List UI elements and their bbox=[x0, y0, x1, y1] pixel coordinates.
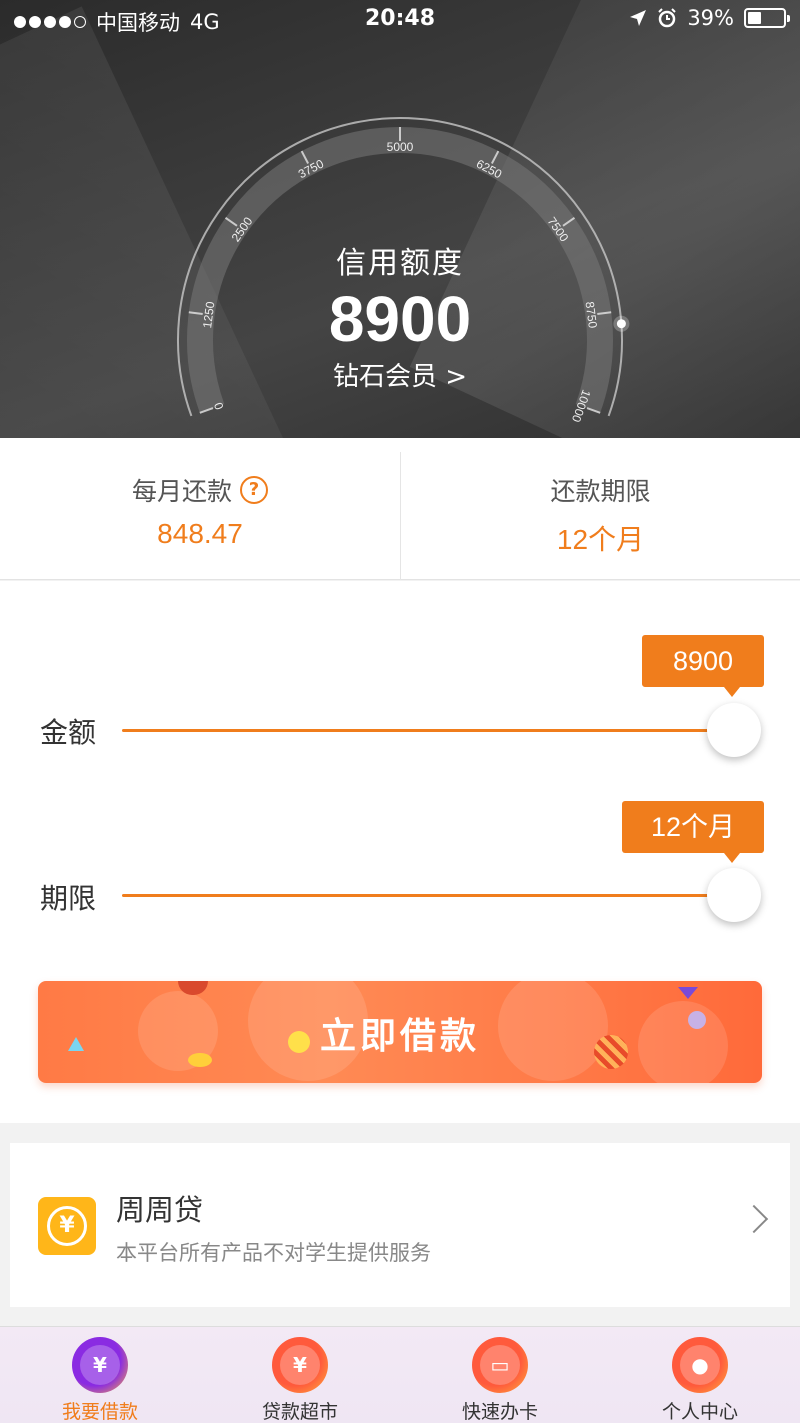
repayment-term-block: 还款期限 12个月 bbox=[400, 452, 800, 580]
tab-loan-market-label: 贷款超市 bbox=[261, 1401, 338, 1423]
tab-loan-market[interactable]: ¥ 贷款超市 bbox=[200, 1327, 400, 1423]
amount-label: 金额 bbox=[40, 716, 97, 749]
product-card[interactable]: ¥ 周周贷 本平台所有产品不对学生提供服务 bbox=[10, 1143, 790, 1307]
term-slider-handle[interactable] bbox=[707, 868, 761, 922]
member-level-link[interactable]: 钻石会员 > bbox=[0, 356, 800, 393]
product-name: 周周贷 bbox=[116, 1193, 204, 1227]
tab-borrow[interactable]: ¥ 我要借款 bbox=[0, 1327, 200, 1423]
tab-profile-glyph: ● bbox=[680, 1345, 720, 1385]
chevron-right-icon bbox=[739, 1204, 769, 1234]
repayment-term-label: 还款期限 bbox=[550, 477, 651, 506]
monthly-repayment-label: 每月还款 bbox=[131, 477, 232, 506]
amount-slider-handle[interactable] bbox=[707, 703, 761, 757]
monthly-repayment-value: 848.47 bbox=[157, 518, 243, 549]
battery-level-fill bbox=[748, 12, 762, 24]
term-tooltip: 12个月 bbox=[622, 801, 764, 863]
credit-card-icon: ▭ bbox=[472, 1337, 528, 1393]
term-slider-track[interactable] bbox=[122, 894, 734, 897]
term-slider-row: 期限 12个月 bbox=[0, 797, 800, 922]
tab-apply-card[interactable]: ▭ 快速办卡 bbox=[400, 1327, 600, 1423]
tab-borrow-label: 我要借款 bbox=[61, 1401, 138, 1423]
term-label: 期限 bbox=[40, 882, 97, 915]
credit-limit-title: 信用额度 bbox=[336, 246, 464, 281]
yen-coin-icon: ¥ bbox=[38, 1197, 96, 1255]
amount-slider-row: 金额 8900 bbox=[0, 631, 800, 757]
product-logo-glyph: ¥ bbox=[47, 1206, 87, 1246]
borrow-now-button[interactable]: 立即借款 bbox=[38, 981, 762, 1083]
credit-limit-value: 8900 bbox=[328, 283, 472, 355]
status-bar: 中国移动 4G 20:48 39% bbox=[0, 0, 800, 40]
borrow-yen-icon: ¥ bbox=[72, 1337, 128, 1393]
tab-profile[interactable]: ● 个人中心 bbox=[600, 1327, 800, 1423]
decor-triangle bbox=[678, 987, 698, 999]
amount-slider-track[interactable] bbox=[122, 729, 734, 732]
battery-icon bbox=[744, 8, 790, 28]
credit-gauge-header: 中国移动 4G 20:48 39% 0 1250 2500 3750 5000 6250 7… bbox=[0, 0, 800, 438]
tab-profile-label: 个人中心 bbox=[661, 1401, 738, 1423]
gauge-tick-label: 5000 bbox=[387, 140, 414, 154]
monthly-repayment-block: 每月还款 ? 848.47 bbox=[0, 438, 400, 580]
borrow-now-label: 立即借款 bbox=[319, 1016, 480, 1057]
tab-apply-card-glyph: ▭ bbox=[480, 1345, 520, 1385]
alarm-icon bbox=[658, 8, 677, 28]
product-description: 本平台所有产品不对学生提供服务 bbox=[116, 1241, 431, 1265]
battery-percent: 39% bbox=[687, 6, 734, 30]
tab-borrow-glyph: ¥ bbox=[80, 1345, 120, 1385]
repayment-summary: 每月还款 ? 848.47 还款期限 12个月 bbox=[0, 438, 800, 580]
loan-config-panel: 金额 8900 期限 12个月 立即借款 bbox=[0, 581, 800, 1123]
tab-apply-card-label: 快速办卡 bbox=[461, 1401, 538, 1423]
location-arrow-icon bbox=[630, 10, 647, 26]
loan-market-icon: ¥ bbox=[272, 1337, 328, 1393]
tab-loan-market-glyph: ¥ bbox=[280, 1345, 320, 1385]
question-circle-icon[interactable]: ? bbox=[240, 476, 268, 504]
user-profile-icon: ● bbox=[672, 1337, 728, 1393]
repayment-term-value: 12个月 bbox=[556, 524, 645, 555]
amount-tooltip: 8900 bbox=[642, 635, 764, 697]
bottom-tab-bar: ¥ 我要借款 ¥ 贷款超市 ▭ 快速办卡 ● 个人中心 bbox=[0, 1326, 800, 1423]
